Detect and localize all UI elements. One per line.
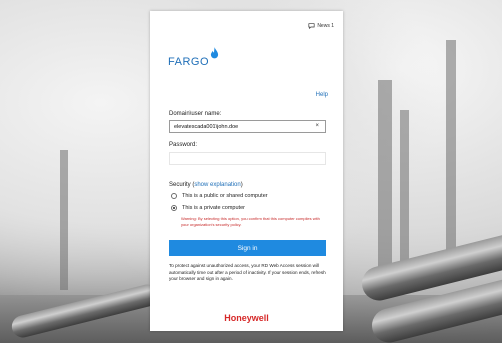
security-suffix: ): [240, 182, 243, 188]
username-label: Domain\user name:: [169, 111, 222, 117]
security-warning: Warning: By selecting this option, you c…: [181, 216, 320, 227]
password-label: Password:: [169, 142, 198, 148]
security-prefix: Security (: [169, 182, 195, 188]
news-link[interactable]: News 1: [308, 23, 334, 29]
password-input[interactable]: [169, 152, 326, 165]
username-input[interactable]: elevatescada001\john.doe ×: [169, 120, 326, 133]
logo-text: FARGO: [168, 56, 210, 68]
login-panel: News 1 FARGO Help Domain\user name: elev…: [150, 11, 343, 331]
background-tower: [446, 40, 456, 280]
background-tower: [378, 80, 392, 280]
option-private-computer[interactable]: This is a private computer: [171, 205, 245, 211]
flame-icon: [210, 47, 219, 59]
username-value: elevatescada001\john.doe: [174, 124, 239, 130]
option-private-label: This is a private computer: [182, 205, 245, 211]
fargo-logo: FARGO: [168, 47, 219, 68]
background-tower: [400, 110, 409, 280]
option-public-computer[interactable]: This is a public or shared computer: [171, 193, 268, 199]
option-public-label: This is a public or shared computer: [182, 193, 268, 199]
news-label: News 1: [317, 23, 334, 29]
background-tower: [60, 150, 68, 290]
honeywell-logo: Honeywell: [224, 313, 269, 323]
sign-in-button[interactable]: Sign in: [169, 240, 326, 256]
session-timeout-notice: To protect against unauthorized access, …: [169, 263, 326, 281]
help-link[interactable]: Help: [316, 92, 328, 98]
chat-bubble-icon: [308, 23, 315, 29]
security-label: Security (show explanation): [169, 182, 243, 188]
show-explanation-link[interactable]: show explanation: [194, 182, 240, 188]
radio-public[interactable]: [171, 193, 177, 199]
radio-private[interactable]: [171, 205, 177, 211]
clear-icon[interactable]: ×: [315, 123, 319, 129]
